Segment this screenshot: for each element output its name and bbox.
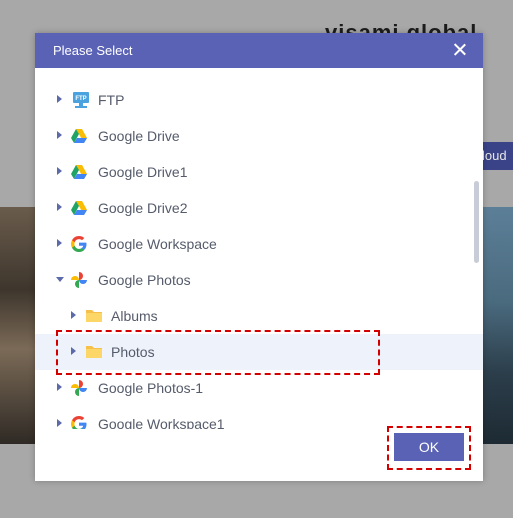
- background-photo-right: [483, 207, 513, 444]
- expand-caret-icon[interactable]: [71, 347, 76, 355]
- tree-item-label: Albums: [111, 308, 158, 324]
- tree-item-google-photos-1[interactable]: Google Photos-1: [35, 370, 483, 406]
- google-photos-icon: [71, 272, 87, 288]
- close-icon[interactable]: [451, 41, 469, 59]
- expand-caret-icon[interactable]: [71, 311, 76, 319]
- tree-item-google-photos[interactable]: Google Photos: [35, 262, 483, 298]
- ftp-icon: FTP: [73, 92, 89, 108]
- tree-item-label: Google Workspace1: [98, 416, 225, 429]
- select-dialog: Please Select FTP FTP Google Drive Googl…: [35, 33, 483, 481]
- google-photos-icon: [71, 380, 87, 396]
- tree-item-label: Google Workspace: [98, 236, 217, 252]
- tree-item-label: Photos: [111, 344, 155, 360]
- dialog-title: Please Select: [53, 43, 133, 58]
- tree-item-google-drive[interactable]: Google Drive: [35, 118, 483, 154]
- google-drive-icon: [71, 129, 87, 143]
- tree-item-label: Google Photos: [98, 272, 191, 288]
- expand-caret-icon[interactable]: [57, 239, 62, 247]
- expand-caret-icon[interactable]: [57, 95, 62, 103]
- expand-caret-icon[interactable]: [57, 383, 62, 391]
- tree-item-google-drive2[interactable]: Google Drive2: [35, 190, 483, 226]
- expand-caret-icon[interactable]: [57, 131, 62, 139]
- tree-item-label: FTP: [98, 92, 125, 108]
- collapse-caret-icon[interactable]: [56, 277, 64, 282]
- tree-item-photos[interactable]: Photos: [35, 334, 483, 370]
- google-icon: [71, 416, 87, 429]
- tree-item-google-workspace[interactable]: Google Workspace: [35, 226, 483, 262]
- expand-caret-icon[interactable]: [57, 167, 62, 175]
- tree-scrollbar[interactable]: [474, 181, 479, 263]
- dialog-header: Please Select: [35, 33, 483, 68]
- google-icon: [71, 236, 87, 252]
- expand-caret-icon[interactable]: [57, 203, 62, 211]
- google-drive-icon: [71, 201, 87, 215]
- tree-item-ftp[interactable]: FTP FTP: [35, 82, 483, 118]
- svg-text:FTP: FTP: [75, 96, 86, 102]
- folder-icon: [86, 310, 102, 322]
- expand-caret-icon[interactable]: [57, 419, 62, 427]
- tree-item-label: Google Drive1: [98, 164, 188, 180]
- tree-item-albums[interactable]: Albums: [35, 298, 483, 334]
- tree-item-label: Google Drive: [98, 128, 180, 144]
- highlight-box-ok: OK: [387, 426, 471, 470]
- google-drive-icon: [71, 165, 87, 179]
- tree-item-label: Google Photos-1: [98, 380, 204, 396]
- folder-icon: [86, 346, 102, 358]
- background-photo-left: [0, 207, 36, 444]
- tree-item-label: Google Drive2: [98, 200, 188, 216]
- ok-button[interactable]: OK: [394, 433, 464, 461]
- tree-item-google-drive1[interactable]: Google Drive1: [35, 154, 483, 190]
- folder-tree: FTP FTP Google Drive Google Drive1 Googl…: [35, 82, 483, 429]
